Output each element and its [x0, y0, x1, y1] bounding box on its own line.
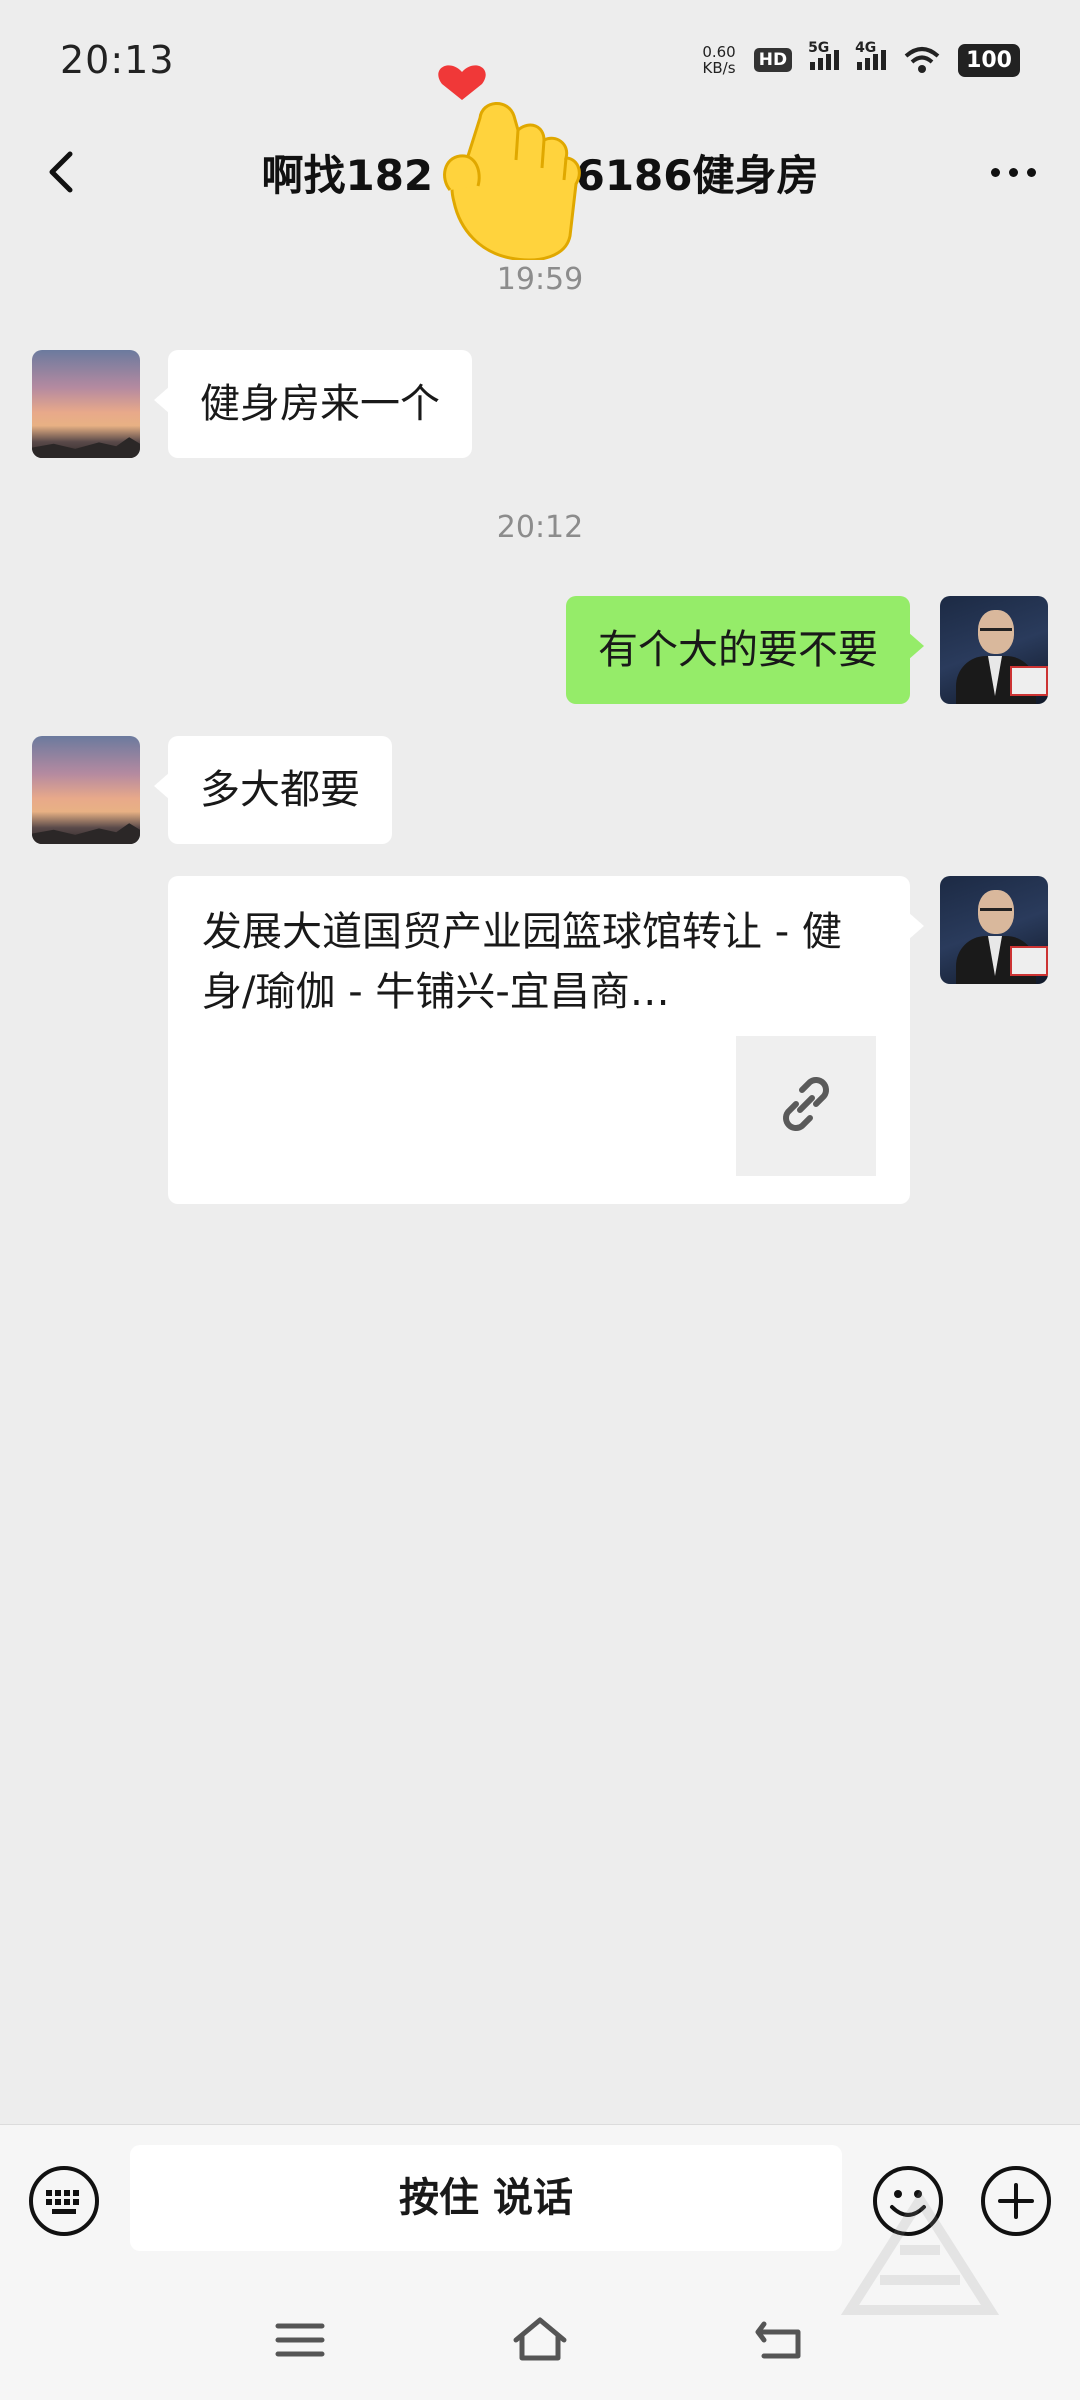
shared-link-card[interactable]: 发展大道国贸产业园篮球馆转让 - 健身/瑜伽 - 牛铺兴-宜昌商… — [168, 876, 924, 1204]
back-arrow-icon[interactable] — [32, 140, 96, 204]
network-speed: 0.60 KB/s — [702, 44, 735, 76]
finger-heart-emoji-icon — [420, 60, 590, 262]
hold-to-talk-button[interactable]: 按住 说话 — [130, 2145, 842, 2251]
message-text: 有个大的要不要 — [598, 627, 878, 673]
battery-icon: 100 — [958, 43, 1020, 77]
signal-4g-label: 4G — [855, 40, 877, 56]
keyboard-toggle-icon[interactable] — [28, 2165, 100, 2237]
contact-avatar[interactable] — [32, 736, 140, 844]
message-timestamp: 19:59 — [496, 262, 584, 297]
menu-icon[interactable] — [270, 2310, 330, 2370]
signal-5g-icon: 5G — [808, 40, 840, 70]
received-message-bubble[interactable]: 多大都要 — [154, 736, 392, 844]
network-speed-value: 0.60 — [702, 43, 736, 61]
watermark-logo-icon — [820, 2160, 1020, 2350]
home-icon[interactable] — [510, 2310, 570, 2370]
signal-4g-icon: 4G — [855, 40, 887, 70]
network-speed-unit: KB/s — [702, 59, 736, 77]
my-avatar[interactable] — [940, 596, 1048, 704]
message-text: 多大都要 — [200, 767, 360, 813]
message-text: 健身房来一个 — [200, 381, 440, 427]
status-icons: 0.60 KB/s HD 5G 4G 100 — [702, 40, 1020, 80]
hd-voice-icon: HD — [753, 48, 793, 72]
link-icon — [770, 1068, 842, 1144]
wifi-icon — [904, 46, 940, 74]
sent-message-bubble[interactable]: 有个大的要不要 — [566, 596, 924, 704]
link-title: 发展大道国贸产业园篮球馆转让 - 健身/瑜伽 - 牛铺兴-宜昌商… — [202, 909, 842, 1015]
contact-avatar[interactable] — [32, 350, 140, 458]
back-nav-icon[interactable] — [750, 2310, 810, 2370]
more-options-icon[interactable] — [978, 140, 1048, 204]
message-timestamp: 20:12 — [496, 510, 584, 545]
received-message-bubble[interactable]: 健身房来一个 — [154, 350, 472, 458]
link-thumbnail — [736, 1036, 876, 1176]
status-time: 20:13 — [60, 38, 175, 82]
my-avatar[interactable] — [940, 876, 1048, 984]
signal-5g-label: 5G — [808, 40, 830, 56]
